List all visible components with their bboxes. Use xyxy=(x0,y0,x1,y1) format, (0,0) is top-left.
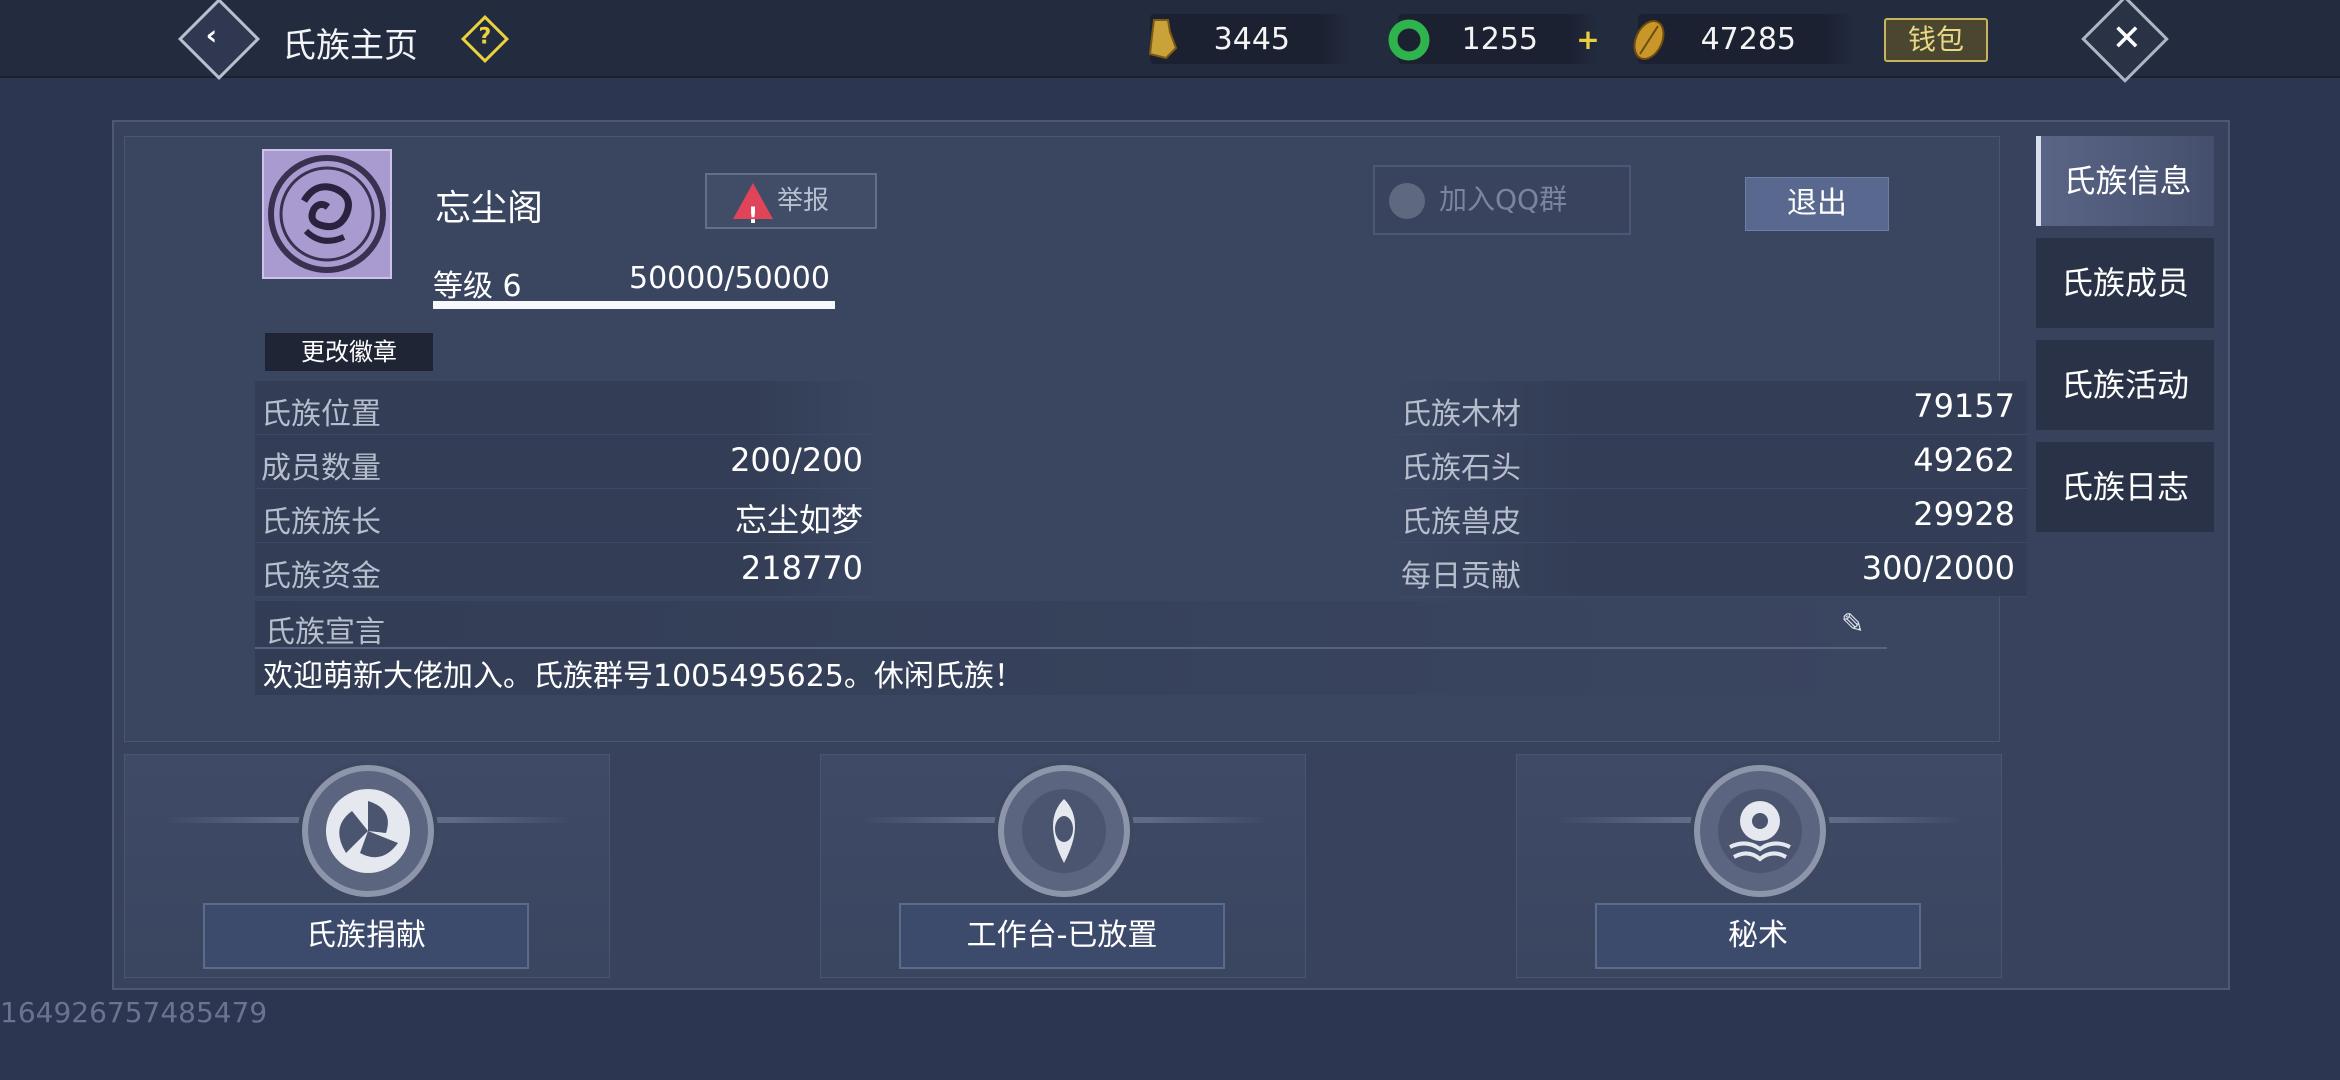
stat-label: 氏族木材 xyxy=(1401,397,1521,432)
clan-main-window: 更改徽章 忘尘阁 等级 6 50000/50000 ! 举报 加入QQ群 退出 … xyxy=(112,120,2230,990)
stat-row-stone: 氏族石头 49262 xyxy=(1395,435,2027,489)
qq-label: 加入QQ群 xyxy=(1439,183,1568,216)
exp-progress-bar xyxy=(433,301,835,309)
clan-level: 等级 6 xyxy=(433,269,522,304)
stat-row-leader: 氏族族长 忘尘如梦 xyxy=(255,489,875,543)
exp-progress-fill xyxy=(433,301,835,309)
currency-jade: 1255 xyxy=(1388,14,1598,64)
secret-art-icon xyxy=(1694,765,1826,897)
stat-value: 79157 xyxy=(1913,387,2015,425)
gold-value: 3445 xyxy=(1213,22,1290,57)
clan-emblem[interactable] xyxy=(262,149,392,279)
card-workbench: 工作台-已放置 xyxy=(820,754,1306,978)
jade-value: 1255 xyxy=(1461,22,1538,57)
card-donation: 氏族捐献 xyxy=(124,754,610,978)
stat-label: 氏族石头 xyxy=(1401,451,1521,486)
card-secret-art: 秘术 xyxy=(1516,754,2002,978)
report-label: 举报 xyxy=(777,186,830,216)
stats-right: 氏族木材 79157 氏族石头 49262 氏族兽皮 29928 每日贡献 30… xyxy=(1395,381,2027,597)
clan-exp: 50000/50000 xyxy=(629,261,830,296)
stat-label: 成员数量 xyxy=(261,451,381,486)
stat-label: 氏族族长 xyxy=(261,505,381,540)
stat-row-wood: 氏族木材 79157 xyxy=(1395,381,2027,435)
declaration-text: 欢迎萌新大佬加入。氏族群号1005495625。休闲氏族！ xyxy=(263,659,1024,694)
clan-info-panel: 更改徽章 忘尘阁 等级 6 50000/50000 ! 举报 加入QQ群 退出 … xyxy=(124,136,2027,742)
declaration-divider xyxy=(255,647,1887,649)
stat-row-daily-contribution: 每日贡献 300/2000 xyxy=(1395,543,2027,597)
edit-brush-icon[interactable]: ✎ xyxy=(1841,607,1873,640)
clan-declaration: 氏族宣言 ✎ 欢迎萌新大佬加入。氏族群号1005495625。休闲氏族！ xyxy=(255,601,1887,695)
clan-donation-button[interactable]: 氏族捐献 xyxy=(203,903,529,969)
page-title: 氏族主页 xyxy=(282,26,418,66)
stat-row-funds: 氏族资金 218770 xyxy=(255,543,875,597)
question-icon: ? xyxy=(478,24,492,50)
jade-ring-icon xyxy=(1388,19,1430,61)
currency-gold: 3445 xyxy=(1148,14,1350,64)
change-emblem-button[interactable]: 更改徽章 xyxy=(265,333,433,371)
stat-value: 300/2000 xyxy=(1861,549,2015,587)
donation-swirl-icon xyxy=(302,765,434,897)
clan-emblem-icon xyxy=(268,155,386,273)
back-arrow-icon: ‹ xyxy=(205,18,218,52)
stat-value: 218770 xyxy=(740,549,863,587)
clan-name: 忘尘阁 xyxy=(435,188,544,229)
stat-label: 氏族兽皮 xyxy=(1401,505,1521,540)
stats-left: 氏族位置 成员数量 200/200 氏族族长 忘尘如梦 氏族资金 218770 xyxy=(255,381,875,597)
seed-value: 47285 xyxy=(1700,22,1796,57)
wallet-button[interactable]: 钱包 xyxy=(1884,18,1988,62)
tab-clan-log[interactable]: 氏族日志 xyxy=(2036,442,2214,532)
currency-seed: 47285 xyxy=(1633,14,1856,64)
join-qq-group-button[interactable]: 加入QQ群 xyxy=(1373,165,1631,235)
close-icon: ✕ xyxy=(2111,18,2142,60)
top-bar: ‹ 氏族主页 ? 3445 1255 + 47285 钱包 ✕ xyxy=(0,0,2340,83)
tab-clan-members[interactable]: 氏族成员 xyxy=(2036,238,2214,328)
stat-value: 忘尘如梦 xyxy=(734,501,863,539)
stat-value: 29928 xyxy=(1913,495,2015,533)
gold-bell-icon xyxy=(1148,19,1178,60)
seed-icon xyxy=(1633,20,1665,60)
exit-clan-button[interactable]: 退出 xyxy=(1745,177,1889,231)
workbench-button[interactable]: 工作台-已放置 xyxy=(899,903,1225,969)
warning-icon: ! xyxy=(733,183,773,229)
add-currency-plus-icon[interactable]: + xyxy=(1574,26,1602,54)
stat-label: 氏族位置 xyxy=(261,397,381,432)
back-button[interactable]: ‹ xyxy=(177,0,261,81)
workbench-icon xyxy=(998,765,1130,897)
stat-value: 200/200 xyxy=(730,441,863,479)
stat-row-members: 成员数量 200/200 xyxy=(255,435,875,489)
secret-art-button[interactable]: 秘术 xyxy=(1595,903,1921,969)
report-button[interactable]: ! 举报 xyxy=(705,173,877,229)
stat-label: 氏族资金 xyxy=(261,559,381,594)
close-button[interactable]: ✕ xyxy=(2081,0,2169,83)
stat-row-location: 氏族位置 xyxy=(255,381,875,435)
tab-clan-activities[interactable]: 氏族活动 xyxy=(2036,340,2214,430)
stat-row-hide: 氏族兽皮 29928 xyxy=(1395,489,2027,543)
stat-value: 49262 xyxy=(1913,441,2015,479)
player-id-text: 164926757485479 xyxy=(0,996,268,1029)
qq-penguin-icon xyxy=(1389,183,1425,219)
declaration-header: 氏族宣言 xyxy=(265,615,385,650)
stat-label: 每日贡献 xyxy=(1401,559,1521,594)
help-button[interactable]: ? xyxy=(460,14,510,64)
tab-clan-info[interactable]: 氏族信息 xyxy=(2036,136,2214,226)
